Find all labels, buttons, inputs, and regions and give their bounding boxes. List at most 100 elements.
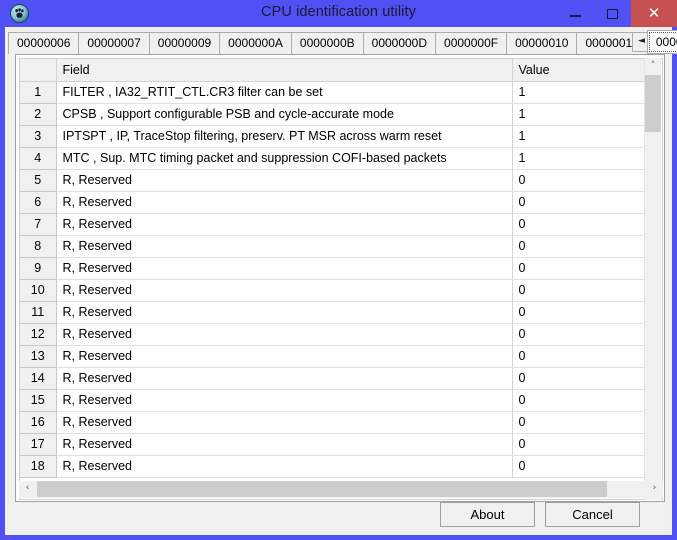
cell-field[interactable]: R, Reserved [56, 257, 513, 280]
tab-00000006[interactable]: 00000006 [8, 32, 80, 54]
cell-field[interactable]: R, Reserved [56, 191, 513, 214]
table-row[interactable]: 10 R, Reserved 0 [20, 279, 647, 302]
row-number[interactable]: 10 [20, 279, 57, 302]
cell-field[interactable]: R, Reserved [56, 389, 513, 412]
table-row[interactable]: 15 R, Reserved 0 [20, 389, 647, 412]
row-number[interactable]: 11 [20, 301, 57, 324]
table-row[interactable]: 8 R, Reserved 0 [20, 235, 647, 258]
row-number[interactable]: 2 [20, 103, 57, 126]
table-row[interactable]: 17 R, Reserved 0 [20, 433, 647, 456]
row-number[interactable]: 17 [20, 433, 57, 456]
cell-value[interactable]: 0 [512, 169, 647, 192]
cell-value[interactable]: 0 [512, 411, 647, 434]
cell-value[interactable]: 0 [512, 367, 647, 390]
cell-value[interactable]: 0 [512, 455, 647, 478]
column-header-field[interactable]: Field [56, 59, 513, 82]
table-row[interactable]: 14 R, Reserved 0 [20, 367, 647, 390]
tab-0000000D[interactable]: 0000000D [362, 32, 437, 54]
table-row[interactable]: 13 R, Reserved 0 [20, 345, 647, 368]
column-header-rownum[interactable] [20, 59, 57, 82]
tab-00000007[interactable]: 00000007 [78, 32, 150, 54]
row-number[interactable]: 3 [20, 125, 57, 148]
tab-0000000B[interactable]: 0000000B [290, 32, 364, 54]
minimize-button[interactable] [557, 0, 594, 27]
row-number[interactable]: 9 [20, 257, 57, 280]
cell-value[interactable]: 1 [512, 103, 647, 126]
cell-value[interactable]: 0 [512, 301, 647, 324]
horizontal-scrollbar[interactable]: ‹ › [19, 481, 663, 498]
vertical-scroll-thumb[interactable] [645, 75, 661, 132]
scroll-up-icon[interactable]: ˄ [645, 58, 661, 75]
cell-field[interactable]: R, Reserved [56, 323, 513, 346]
tab-00000009[interactable]: 00000009 [148, 32, 221, 54]
cell-value[interactable]: 0 [512, 323, 647, 346]
scroll-right-icon[interactable]: › [646, 481, 663, 497]
cell-value[interactable]: 0 [512, 191, 647, 214]
table-row[interactable]: 4 MTC , Sup. MTC timing packet and suppre… [20, 147, 647, 170]
cell-field[interactable]: R, Reserved [56, 367, 513, 390]
row-number[interactable]: 4 [20, 147, 57, 170]
row-number[interactable]: 1 [20, 81, 57, 104]
cell-value[interactable]: 0 [512, 433, 647, 456]
row-number[interactable]: 8 [20, 235, 57, 258]
cell-field[interactable]: CPSB , Support configurable PSB and cycl… [56, 103, 513, 126]
column-header-value[interactable]: Value [512, 59, 647, 82]
cell-field[interactable]: R, Reserved [56, 235, 513, 258]
cell-field[interactable]: IPTSPT , IP, TraceStop filtering, preser… [56, 125, 513, 148]
table-row[interactable]: 2 CPSB , Support configurable PSB and cyc… [20, 103, 647, 126]
table-row[interactable]: 18 R, Reserved 0 [20, 455, 647, 478]
cell-field[interactable]: R, Reserved [56, 433, 513, 456]
cell-field[interactable]: FILTER , IA32_RTIT_CTL.CR3 filter can be… [56, 81, 513, 104]
close-icon: ✕ [647, 4, 661, 22]
table-row[interactable]: 11 R, Reserved 0 [20, 301, 647, 324]
table-row[interactable]: 16 R, Reserved 0 [20, 411, 647, 434]
cell-field[interactable]: MTC , Sup. MTC timing packet and suppres… [56, 147, 513, 170]
cell-value[interactable]: 0 [512, 213, 647, 236]
vertical-scrollbar[interactable]: ˄ ˅ [644, 58, 661, 500]
cell-value[interactable]: 1 [512, 125, 647, 148]
cell-value[interactable]: 0 [512, 389, 647, 412]
cancel-button[interactable]: Cancel [545, 502, 640, 527]
table-row[interactable]: 5 R, Reserved 0 [20, 169, 647, 192]
table-row[interactable]: 12 R, Reserved 0 [20, 323, 647, 346]
cell-value[interactable]: 1 [512, 81, 647, 104]
cell-value[interactable]: 0 [512, 235, 647, 258]
table-row[interactable]: 7 R, Reserved 0 [20, 213, 647, 236]
title-bar: CPU identification utility ✕ [0, 0, 677, 27]
row-number[interactable]: 14 [20, 367, 57, 390]
cell-field[interactable]: R, Reserved [56, 345, 513, 368]
row-number[interactable]: 16 [20, 411, 57, 434]
cell-value[interactable]: 0 [512, 257, 647, 280]
scroll-left-icon[interactable]: ‹ [19, 481, 36, 497]
cell-field[interactable]: R, Reserved [56, 169, 513, 192]
cell-field[interactable]: R, Reserved [56, 279, 513, 302]
maximize-button[interactable] [594, 0, 631, 27]
cell-value[interactable]: 1 [512, 147, 647, 170]
row-number[interactable]: 6 [20, 191, 57, 214]
table-row[interactable]: 9 R, Reserved 0 [20, 257, 647, 280]
about-button[interactable]: About [440, 502, 535, 527]
cell-value[interactable]: 0 [512, 345, 647, 368]
row-number[interactable]: 15 [20, 389, 57, 412]
cell-value[interactable]: 0 [512, 279, 647, 302]
table-row[interactable]: 3 IPTSPT , IP, TraceStop filtering, prese… [20, 125, 647, 148]
cell-field[interactable]: R, Reserved [56, 411, 513, 434]
tab-0000000A[interactable]: 0000000A [219, 32, 292, 54]
row-number[interactable]: 12 [20, 323, 57, 346]
cell-field[interactable]: R, Reserved [56, 301, 513, 324]
horizontal-scroll-thumb[interactable] [37, 481, 607, 497]
tab-0000000F[interactable]: 0000000F [435, 32, 508, 54]
grid-viewport[interactable]: Field Value 1 FILTER , IA32_RTIT_CTL.CR3 … [19, 58, 663, 500]
table-row[interactable]: 1 FILTER , IA32_RTIT_CTL.CR3 filter can b… [20, 81, 647, 104]
close-button[interactable]: ✕ [631, 0, 677, 27]
table-row[interactable]: 6 R, Reserved 0 [20, 191, 647, 214]
cell-field[interactable]: R, Reserved [56, 213, 513, 236]
row-number[interactable]: 5 [20, 169, 57, 192]
tab-00000014[interactable]: 00000014 [646, 30, 677, 54]
row-number[interactable]: 18 [20, 455, 57, 478]
row-number[interactable]: 13 [20, 345, 57, 368]
cell-field[interactable]: R, Reserved [56, 455, 513, 478]
app-window: CPU identification utility ✕ 00000006 000… [0, 0, 677, 540]
row-number[interactable]: 7 [20, 213, 57, 236]
tab-00000010[interactable]: 00000010 [506, 32, 578, 54]
